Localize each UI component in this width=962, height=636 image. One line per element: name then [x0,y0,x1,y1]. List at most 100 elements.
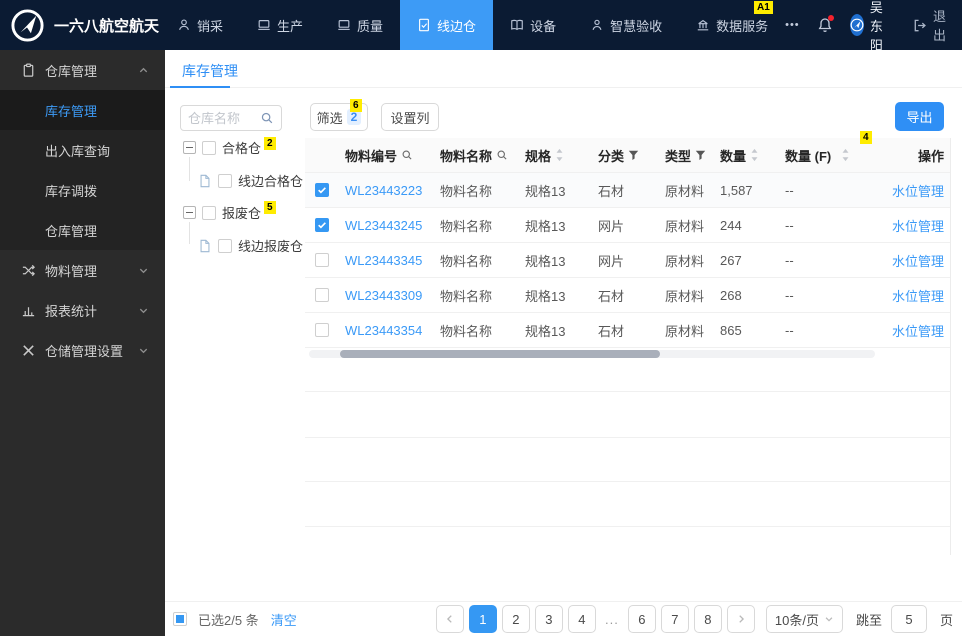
empty-row-divider [305,437,950,438]
warehouse-search-input[interactable] [188,110,256,126]
file-icon [198,239,212,253]
material-code-link[interactable]: WL23443309 [345,288,440,303]
nav-item-quality[interactable]: 质量 [320,0,400,50]
sidebar-group-warehouse-mgmt[interactable]: 仓库管理 [0,50,165,90]
water-level-link[interactable]: 水位管理 [880,286,950,305]
user-icon [177,18,191,32]
page-button-4[interactable]: 4 [567,605,596,633]
header-action: 操作 [917,148,944,164]
indeterminate-mark [176,615,184,623]
header-material-code[interactable]: 物料编号 [345,146,440,165]
row-checkbox[interactable] [315,323,329,337]
material-code-link[interactable]: WL23443223 [345,183,440,198]
nav-item-equipment[interactable]: 设备 [493,0,573,50]
notifications-bell-icon[interactable] [817,15,834,33]
search-icon[interactable] [260,111,274,125]
warehouse-search-box [180,105,282,131]
document-check-icon [417,18,431,32]
material-code-link[interactable]: WL23443354 [345,323,440,338]
tree-checkbox[interactable] [218,238,232,253]
material-code-link[interactable]: WL23443345 [345,253,440,268]
file-icon [198,174,212,188]
header-qty[interactable]: 数量 [720,146,785,165]
water-level-link[interactable]: 水位管理 [880,216,950,235]
sort-icon[interactable] [555,148,564,162]
logout-button[interactable]: 退出 [912,6,946,44]
select-all-checkbox[interactable] [173,612,187,626]
nav-right-section: ••• 吴东阳 退出 [785,0,962,54]
horizontal-scrollbar-track[interactable] [309,350,875,358]
header-type[interactable]: 类型 [665,146,720,165]
collapse-icon[interactable] [183,206,196,219]
search-icon[interactable] [496,149,508,161]
page-button-8[interactable]: 8 [693,605,722,633]
clear-selection-link[interactable]: 清空 [271,610,297,629]
warehouse-submenu: 库存管理 出入库查询 库存调拨 仓库管理 [0,90,165,250]
filter-funnel-icon[interactable] [695,150,706,161]
jump-page-input[interactable] [890,605,927,633]
sidebar-item-warehouse-mgmt[interactable]: 仓库管理 [0,210,165,250]
selected-count: 已选2/5 条 [198,612,259,628]
page-size-select[interactable]: 10条/页 [765,605,843,633]
page-button-6[interactable]: 6 [627,605,656,633]
nav-item-production[interactable]: 生产 [240,0,320,50]
horizontal-scrollbar-thumb[interactable] [340,350,660,358]
sidebar-group-material-mgmt[interactable]: 物料管理 [0,250,165,290]
row-checkbox[interactable] [315,253,329,267]
tree-checkbox[interactable] [202,205,216,220]
header-category[interactable]: 分类 [598,146,665,165]
nav-item-sales[interactable]: 销采 [160,0,240,50]
page-button-2[interactable]: 2 [501,605,530,633]
header-qty-f[interactable]: 数量 (F) [785,146,880,165]
search-icon[interactable] [401,149,413,161]
table-header-row: 物料编号 物料名称 规格 分类 类型 数量 数量 (F) 操作 [305,138,950,173]
tree-connector-line [189,157,190,181]
tab-inventory-mgmt[interactable]: 库存管理 [182,61,238,81]
empty-row-divider [305,481,950,482]
row-checkbox[interactable] [315,288,329,302]
table-footer: 已选2/5 条 清空 1 2 3 4 ... 6 7 8 10条/页 跳至 页 [165,601,962,636]
water-level-link[interactable]: 水位管理 [880,321,950,340]
nav-item-smart-acceptance[interactable]: 智慧验收 [573,0,679,50]
next-page-button[interactable] [726,605,755,633]
tree-node-scrap-warehouse: 报废仓 [183,203,261,222]
sidebar-item-inventory-transfer[interactable]: 库存调拨 [0,170,165,210]
empty-row-divider [305,526,950,527]
tree-node-qualified-warehouse: 合格仓 [183,138,261,157]
set-columns-button[interactable]: 设置列 [381,103,439,131]
sidebar-item-inventory-mgmt[interactable]: 库存管理 [0,90,165,130]
page-ellipsis[interactable]: ... [601,612,623,627]
user-menu[interactable]: 吴东阳 [849,0,895,54]
main-content: 库存管理 合格仓 线边合格仓 报废仓 线边报废仓 筛选 2 设置列 导出 [165,50,962,636]
nav-item-line-side-warehouse[interactable]: 线边仓 [400,0,494,50]
tree-checkbox[interactable] [202,140,216,155]
page-button-7[interactable]: 7 [660,605,689,633]
more-menu-icon[interactable]: ••• [785,19,800,31]
page-button-1[interactable]: 1 [468,605,497,633]
row-checkbox[interactable] [315,183,329,197]
prev-page-button[interactable] [435,605,464,633]
sort-icon[interactable] [841,148,850,162]
chevron-down-icon [824,614,834,624]
collapse-icon[interactable] [183,141,196,154]
filter-funnel-icon[interactable] [628,150,639,161]
row-checkbox[interactable] [315,218,329,232]
header-material-name[interactable]: 物料名称 [440,146,525,165]
water-level-link[interactable]: 水位管理 [880,251,950,270]
page-button-3[interactable]: 3 [534,605,563,633]
tree-checkbox[interactable] [218,173,232,188]
sidebar-group-report-statistics[interactable]: 报表统计 [0,290,165,330]
table-row: WL23443345 物料名称 规格13 网片 原材料 267 -- 水位管理 [305,243,950,278]
annotation-mark-5: 5 [264,201,276,214]
sort-icon[interactable] [750,148,759,162]
tree-connector-line [189,222,190,244]
material-code-link[interactable]: WL23443245 [345,218,440,233]
tree-node-line-side-qualified: 线边合格仓 [198,171,303,190]
header-spec[interactable]: 规格 [525,146,598,165]
sidebar-item-in-out-query[interactable]: 出入库查询 [0,130,165,170]
table-row: WL23443354 物料名称 规格13 石材 原材料 865 -- 水位管理 [305,313,950,348]
export-button[interactable]: 导出 [895,102,944,131]
sidebar-group-storage-settings[interactable]: 仓储管理设置 [0,330,165,370]
water-level-link[interactable]: 水位管理 [880,181,950,200]
pagination: 1 2 3 4 ... 6 7 8 10条/页 跳至 页 [435,605,953,633]
